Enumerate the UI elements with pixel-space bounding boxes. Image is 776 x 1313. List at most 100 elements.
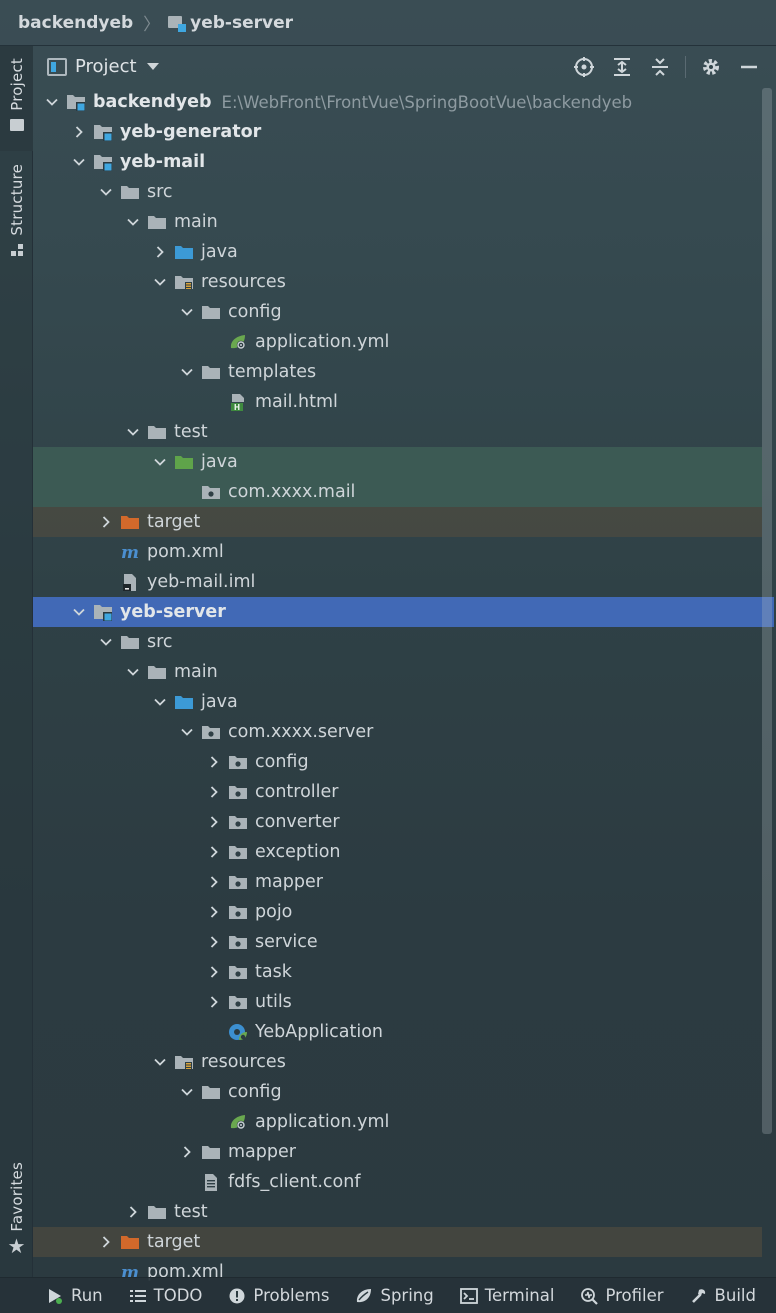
star-icon: ★ <box>7 1233 26 1258</box>
tab-project[interactable]: Project <box>0 46 33 151</box>
chevron-down-icon[interactable] <box>72 155 86 169</box>
tree-row[interactable]: com.xxxx.mail <box>33 477 762 507</box>
chevron-down-icon[interactable] <box>126 215 140 229</box>
tree-row[interactable]: resources <box>33 1047 762 1077</box>
chevron-right-icon[interactable] <box>207 755 221 769</box>
tab-favorites-label: Favorites <box>7 1162 26 1232</box>
chevron-right-icon[interactable] <box>207 935 221 949</box>
chevron-down-icon[interactable] <box>126 665 140 679</box>
chevron-down-icon[interactable] <box>146 63 159 70</box>
chevron-right-icon[interactable] <box>207 905 221 919</box>
chevron-down-icon[interactable] <box>180 305 194 319</box>
chevron-right-icon[interactable] <box>207 845 221 859</box>
tree-row[interactable]: Hmail.html <box>33 387 762 417</box>
chevron-down-icon[interactable] <box>153 695 167 709</box>
text-file-icon <box>201 1173 221 1191</box>
tree-row[interactable]: java <box>33 687 762 717</box>
tree-row[interactable]: test <box>33 417 762 447</box>
tree-row[interactable]: templates <box>33 357 762 387</box>
tool-window-build[interactable]: Build <box>690 1286 756 1305</box>
tree-row[interactable]: java <box>33 237 762 267</box>
chevron-down-icon[interactable] <box>72 605 86 619</box>
chevron-right-icon[interactable] <box>99 515 113 529</box>
chevron-right-icon[interactable] <box>180 1145 194 1159</box>
collapse-all-icon[interactable] <box>641 46 679 87</box>
tree-row[interactable]: resources <box>33 267 762 297</box>
chevron-down-icon[interactable] <box>99 635 113 649</box>
tree-row[interactable]: yeb-mail.iml <box>33 567 762 597</box>
tree-row[interactable]: application.yml <box>33 327 762 357</box>
locate-icon[interactable] <box>565 46 603 87</box>
tree-row[interactable]: m pom.xml <box>33 537 762 567</box>
spring-class-icon <box>228 1023 248 1041</box>
tree-row[interactable]: src <box>33 627 762 657</box>
tree-row[interactable]: service <box>33 927 762 957</box>
tree-row[interactable]: java <box>33 447 762 477</box>
tree-row[interactable]: target <box>33 1227 762 1257</box>
tree-row[interactable]: config <box>33 1077 762 1107</box>
tree-row[interactable]: com.xxxx.server <box>33 717 762 747</box>
tree-row[interactable]: YebApplication <box>33 1017 762 1047</box>
tool-window-todo[interactable]: TODO <box>129 1286 202 1305</box>
chevron-down-icon[interactable] <box>180 1085 194 1099</box>
chevron-right-icon[interactable] <box>207 965 221 979</box>
chevron-right-icon[interactable] <box>126 1205 140 1219</box>
tab-structure[interactable]: Structure <box>0 164 33 264</box>
chevron-down-icon[interactable] <box>180 365 194 379</box>
chevron-down-icon[interactable] <box>126 425 140 439</box>
chevron-down-icon[interactable] <box>180 725 194 739</box>
chevron-right-icon[interactable] <box>207 785 221 799</box>
tree-row[interactable]: task <box>33 957 762 987</box>
tab-favorites[interactable]: Favorites ★ <box>0 1162 33 1262</box>
chevron-down-icon[interactable] <box>153 455 167 469</box>
tree-row-label: yeb-server <box>120 602 226 622</box>
tree-row[interactable]: backendyeb E:\WebFront\FrontVue\SpringBoo… <box>33 87 762 117</box>
todo-icon <box>129 1287 147 1305</box>
tree-row[interactable]: config <box>33 297 762 327</box>
project-view-selector[interactable]: Project <box>75 56 137 77</box>
chevron-right-icon[interactable] <box>153 245 167 259</box>
tree-row[interactable]: exception <box>33 837 762 867</box>
tree-row[interactable]: yeb-server <box>33 597 774 627</box>
chevron-down-icon[interactable] <box>99 185 113 199</box>
tree-row[interactable]: pojo <box>33 897 762 927</box>
chevron-down-icon[interactable] <box>153 275 167 289</box>
chevron-right-icon[interactable] <box>207 875 221 889</box>
breadcrumb-current[interactable]: yeb-server <box>190 13 293 33</box>
project-tree: backendyeb E:\WebFront\FrontVue\SpringBoo… <box>33 87 774 1287</box>
tree-row[interactable]: target <box>33 507 762 537</box>
maven-icon: m <box>120 543 140 561</box>
tree-row[interactable]: yeb-mail <box>33 147 762 177</box>
tree-row[interactable]: main <box>33 657 762 687</box>
tree-row[interactable]: controller <box>33 777 762 807</box>
tree-row[interactable]: fdfs_client.conf <box>33 1167 762 1197</box>
tree-row-label: pojo <box>255 902 293 922</box>
tool-window-spring[interactable]: Spring <box>355 1286 434 1305</box>
chevron-right-icon[interactable] <box>207 995 221 1009</box>
hide-icon[interactable] <box>730 46 768 87</box>
tree-row[interactable]: utils <box>33 987 762 1017</box>
tree-row[interactable]: yeb-generator <box>33 117 762 147</box>
chevron-right-icon[interactable] <box>72 125 86 139</box>
folder-icon <box>147 1203 167 1221</box>
expand-all-icon[interactable] <box>603 46 641 87</box>
tree-row[interactable]: src <box>33 177 762 207</box>
tool-window-terminal[interactable]: Terminal <box>459 1286 554 1305</box>
chevron-down-icon[interactable] <box>45 95 59 109</box>
gear-icon[interactable] <box>692 46 730 87</box>
chevron-right-icon[interactable] <box>99 1235 113 1249</box>
tree-row[interactable]: main <box>33 207 762 237</box>
tree-row[interactable]: mapper <box>33 867 762 897</box>
chevron-down-icon[interactable] <box>153 1055 167 1069</box>
tool-window-run[interactable]: Run <box>46 1286 103 1305</box>
tool-window-problems[interactable]: Problems <box>228 1286 329 1305</box>
breadcrumb-root[interactable]: backendyeb <box>18 13 133 33</box>
tree-row[interactable]: test <box>33 1197 762 1227</box>
tree-row[interactable]: config <box>33 747 762 777</box>
chevron-right-icon[interactable] <box>207 815 221 829</box>
tree-row[interactable]: converter <box>33 807 762 837</box>
vertical-scrollbar[interactable] <box>762 88 772 1134</box>
tree-row[interactable]: application.yml <box>33 1107 762 1137</box>
tree-row[interactable]: mapper <box>33 1137 762 1167</box>
tool-window-profiler[interactable]: Profiler <box>580 1286 664 1305</box>
